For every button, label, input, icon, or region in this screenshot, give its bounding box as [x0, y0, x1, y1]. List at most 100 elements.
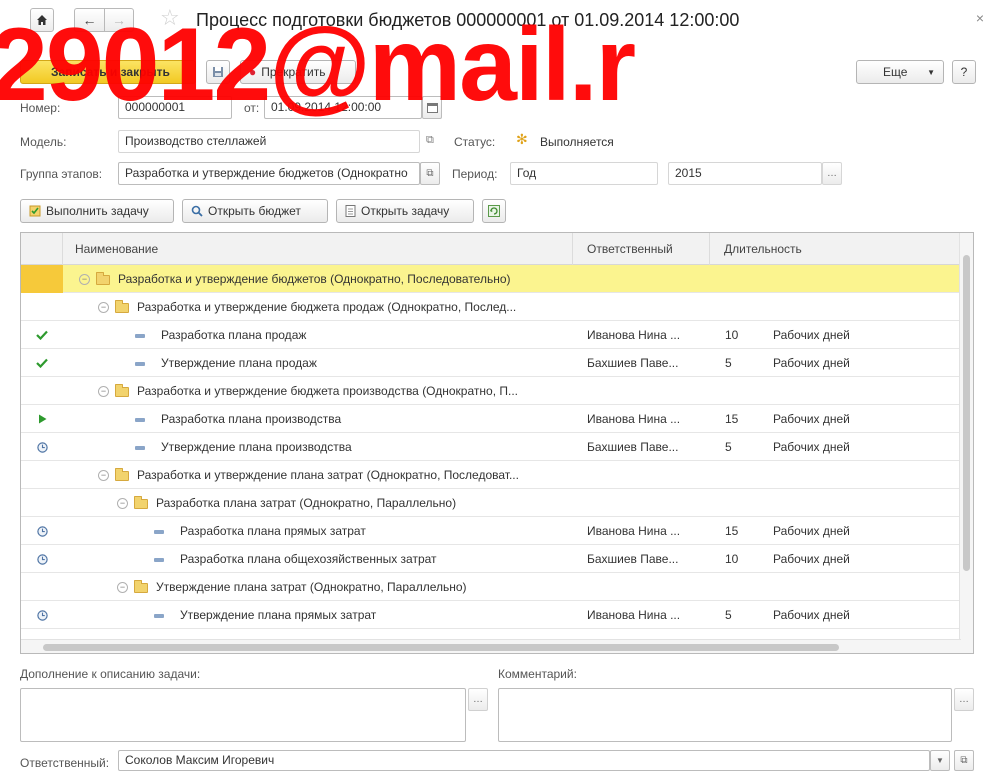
refresh-icon [488, 205, 500, 217]
table-row-group[interactable]: − Разработка плана затрат (Однократно, Па… [21, 489, 961, 517]
forward-button[interactable]: → [104, 8, 134, 32]
collapse-icon[interactable]: − [98, 302, 109, 314]
vertical-scrollbar[interactable] [959, 233, 973, 653]
number-field[interactable]: 000000001 [118, 96, 232, 119]
name-cell: Разработка плана продаж [135, 321, 306, 349]
year-field[interactable]: 2015 [668, 162, 822, 185]
open-stage-group-button[interactable]: ⧉ [420, 162, 440, 185]
table-row[interactable]: Утверждение плана продаж Бахшиев Паве... 5… [21, 349, 961, 377]
table-row-group[interactable]: − Разработка и утверждение плана затрат (… [21, 461, 961, 489]
responsible-field[interactable]: Соколов Максим Игоревич [118, 750, 930, 771]
duration-column-header[interactable]: Длительность [710, 233, 961, 265]
name-cell: Утверждение плана прямых затрат [154, 601, 376, 629]
comment-label: Комментарий: [498, 667, 577, 681]
duration-unit-cell: Рабочих дней [773, 552, 850, 566]
row-name-text: Утверждение плана продаж [161, 356, 317, 370]
stage-group-label: Группа этапов: [20, 167, 103, 181]
collapse-icon[interactable]: − [117, 582, 128, 594]
responsible-column-header[interactable]: Ответственный [573, 233, 710, 265]
save-and-close-button[interactable]: Записать и закрыть [20, 60, 196, 84]
collapse-icon[interactable]: − [98, 470, 109, 482]
collapse-icon[interactable]: − [117, 498, 128, 510]
stage-group-field[interactable]: Разработка и утверждение бюджетов (Однок… [118, 162, 420, 185]
save-button[interactable] [206, 60, 230, 84]
folder-icon [115, 299, 129, 313]
name-cell: − Разработка и утверждение бюджета произв… [98, 377, 518, 405]
back-button[interactable]: ← [74, 8, 104, 32]
status-running-icon: ✻ [516, 131, 528, 147]
open-link-icon: ⧉ [960, 755, 968, 766]
status-column-header[interactable] [21, 233, 63, 265]
table-row-group[interactable]: − Разработка и утверждение бюджета произв… [21, 377, 961, 405]
row-name-text: Утверждение плана прямых затрат [180, 608, 377, 622]
duration-unit-cell: Рабочих дней [773, 524, 850, 538]
name-column-header[interactable]: Наименование [63, 233, 573, 265]
status-value: Выполняется [540, 135, 614, 149]
description-textarea[interactable] [20, 688, 466, 742]
folder-icon [134, 579, 148, 593]
help-label: ? [960, 65, 968, 79]
responsible-cell: Иванова Нина ... [587, 412, 681, 426]
stop-button[interactable]: ● Прекратить [240, 60, 356, 84]
year-select-button[interactable]: … [822, 162, 842, 185]
vertical-scroll-thumb[interactable] [963, 255, 970, 571]
magnifier-icon [191, 205, 203, 217]
number-label: Номер: [20, 101, 61, 115]
task-item-icon [135, 361, 145, 366]
period-field[interactable]: Год [510, 162, 658, 185]
date-field[interactable]: 01.09.2014 12:00:00 [264, 96, 422, 119]
open-responsible-button[interactable]: ⧉ [954, 750, 974, 771]
table-row[interactable]: Разработка плана прямых затрат Иванова Ни… [21, 517, 961, 545]
refresh-button[interactable] [482, 199, 506, 223]
open-budget-button[interactable]: Открыть бюджет [182, 199, 328, 223]
folder-icon [115, 467, 129, 481]
responsible-cell: Бахшиев Паве... [587, 440, 679, 454]
chevron-down-icon: ▼ [927, 67, 935, 77]
table-row-group[interactable]: − Утверждение плана затрат (Однократно, П… [21, 573, 961, 601]
collapse-icon[interactable]: − [98, 386, 109, 398]
status-cell [21, 489, 63, 517]
execute-task-button[interactable]: Выполнить задачу [20, 199, 174, 223]
name-cell: Утверждение плана производства [135, 433, 352, 461]
duration-unit-cell: Рабочих дней [773, 608, 850, 622]
horizontal-scroll-thumb[interactable] [43, 644, 839, 651]
table-row[interactable]: Разработка плана общехозяйственных затра… [21, 545, 961, 573]
horizontal-scrollbar[interactable] [21, 639, 961, 653]
table-row[interactable]: Разработка плана продаж Иванова Нина ... 1… [21, 321, 961, 349]
stages-table[interactable]: Наименование Ответственный Длительность … [20, 232, 974, 654]
execute-task-label: Выполнить задачу [46, 204, 149, 218]
status-cell [21, 573, 63, 601]
duration-cell: 5 [725, 356, 732, 370]
close-icon[interactable]: × [976, 10, 984, 26]
calendar-button[interactable] [422, 96, 442, 119]
table-row[interactable]: Утверждение плана прямых затрат Иванова Н… [21, 601, 961, 629]
table-row[interactable]: Утверждение плана производства Бахшиев Па… [21, 433, 961, 461]
description-edit-button[interactable]: … [468, 688, 488, 711]
name-cell: − Разработка плана затрат (Однократно, Па… [117, 489, 456, 517]
table-header: Наименование Ответственный Длительность [21, 233, 961, 265]
table-row-group[interactable]: − Разработка и утверждение бюджета продаж… [21, 293, 961, 321]
name-cell: − Разработка и утверждение бюджетов (Одно… [79, 265, 511, 293]
more-button[interactable]: Еще ▼ [856, 60, 944, 84]
home-button[interactable] [30, 8, 54, 32]
name-cell: Разработка плана прямых затрат [154, 517, 366, 545]
comment-textarea[interactable] [498, 688, 952, 742]
favorite-star-icon[interactable]: ☆ [160, 6, 180, 30]
task-item-icon [154, 613, 164, 618]
responsible-dropdown-button[interactable]: ▼ [930, 750, 950, 771]
status-cell [21, 293, 63, 321]
open-model-icon[interactable]: ⧉ [426, 134, 434, 147]
duration-cell: 15 [725, 524, 739, 538]
duration-cell: 5 [725, 440, 732, 454]
open-task-button[interactable]: Открыть задачу [336, 199, 474, 223]
period-label: Период: [452, 167, 498, 181]
collapse-icon[interactable]: − [79, 274, 90, 286]
table-row-group[interactable]: − Разработка и утверждение бюджетов (Одно… [21, 265, 961, 293]
model-field[interactable]: Производство стеллажей [118, 130, 420, 153]
comment-edit-button[interactable]: … [954, 688, 974, 711]
help-button[interactable]: ? [952, 60, 976, 84]
clock-icon [21, 517, 63, 545]
status-cell [21, 461, 63, 489]
table-row[interactable]: Разработка плана производства Иванова Нин… [21, 405, 961, 433]
check-icon [21, 321, 63, 349]
